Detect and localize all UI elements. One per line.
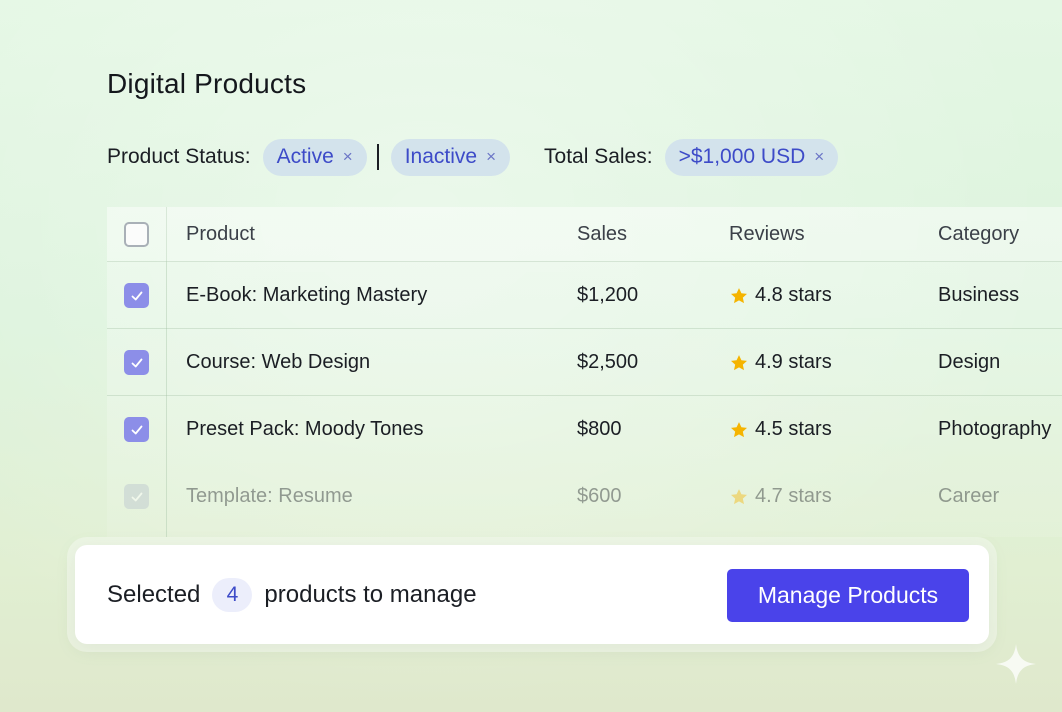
table-row[interactable]: Preset Pack: Moody Tones $800 4.5 stars … — [107, 396, 1062, 463]
selection-suffix: products to manage — [264, 580, 477, 608]
sparkle-icon — [996, 644, 1036, 684]
products-table: Product Sales Reviews Category E-Book: M… — [107, 207, 1062, 537]
row-checkbox[interactable] — [124, 417, 149, 442]
checkmark-icon — [131, 291, 142, 300]
table-row[interactable]: Template: Resume $600 4.7 stars Career — [107, 463, 1062, 530]
table-row[interactable]: E-Book: Marketing Mastery $1,200 4.8 sta… — [107, 262, 1062, 329]
column-header-sales[interactable]: Sales — [577, 207, 627, 262]
star-icon — [731, 421, 747, 437]
star-icon — [731, 488, 747, 504]
star-icon — [731, 354, 747, 370]
select-all-checkbox[interactable] — [124, 222, 149, 247]
checkmark-icon — [131, 425, 142, 434]
category-value: Photography — [938, 418, 1052, 440]
selection-bar: Selected 4 products to manage Manage Pro… — [75, 545, 989, 644]
review-rating: 4.8 stars — [755, 284, 832, 306]
table-header: Product Sales Reviews Category — [107, 207, 1062, 262]
filter-bar: Product Status: Active × Inactive × Tota… — [107, 138, 839, 176]
category-value: Career — [938, 485, 1000, 507]
review-rating: 4.5 stars — [755, 418, 832, 440]
filter-divider — [376, 144, 379, 170]
selection-prefix: Selected — [107, 580, 201, 608]
sales-filter-label: Total Sales: — [544, 145, 653, 168]
manage-products-button[interactable]: Manage Products — [727, 569, 969, 622]
sales-value: $1,200 — [577, 284, 639, 306]
column-header-product[interactable]: Product — [186, 207, 255, 262]
status-filter-label: Product Status: — [107, 145, 251, 168]
filter-chip-sales[interactable]: >$1,000 USD × — [664, 138, 839, 176]
star-icon — [731, 287, 747, 303]
chip-label: >$1,000 USD — [678, 145, 806, 168]
column-header-category[interactable]: Category — [938, 207, 1019, 262]
product-name: Template: Resume — [186, 485, 353, 507]
column-header-reviews[interactable]: Reviews — [729, 207, 805, 262]
review-rating: 4.9 stars — [755, 351, 832, 373]
filter-chip-inactive[interactable]: Inactive × — [390, 138, 511, 176]
selection-summary: Selected 4 products to manage — [107, 545, 477, 644]
page-title: Digital Products — [107, 68, 307, 99]
close-icon[interactable]: × — [814, 147, 824, 167]
close-icon[interactable]: × — [486, 147, 496, 167]
sales-value: $800 — [577, 418, 622, 440]
table-row[interactable]: Course: Web Design $2,500 4.9 stars Desi… — [107, 329, 1062, 396]
checkmark-icon — [131, 358, 142, 367]
product-name: Preset Pack: Moody Tones — [186, 418, 424, 440]
chip-label: Inactive — [404, 145, 478, 168]
filter-chip-active[interactable]: Active × — [262, 138, 367, 176]
close-icon[interactable]: × — [343, 147, 353, 167]
row-checkbox[interactable] — [124, 484, 149, 509]
product-name: E-Book: Marketing Mastery — [186, 284, 428, 306]
checkmark-icon — [131, 492, 142, 501]
row-checkbox[interactable] — [124, 283, 149, 308]
selection-count-badge: 4 — [212, 577, 253, 612]
products-panel: Digital Products Product Status: Active … — [0, 0, 1062, 712]
sales-value: $2,500 — [577, 351, 639, 373]
sales-value: $600 — [577, 485, 622, 507]
review-rating: 4.7 stars — [755, 485, 832, 507]
category-value: Business — [938, 284, 1020, 306]
chip-label: Active — [276, 145, 334, 168]
product-name: Course: Web Design — [186, 351, 371, 373]
category-value: Design — [938, 351, 1001, 373]
row-checkbox[interactable] — [124, 350, 149, 375]
